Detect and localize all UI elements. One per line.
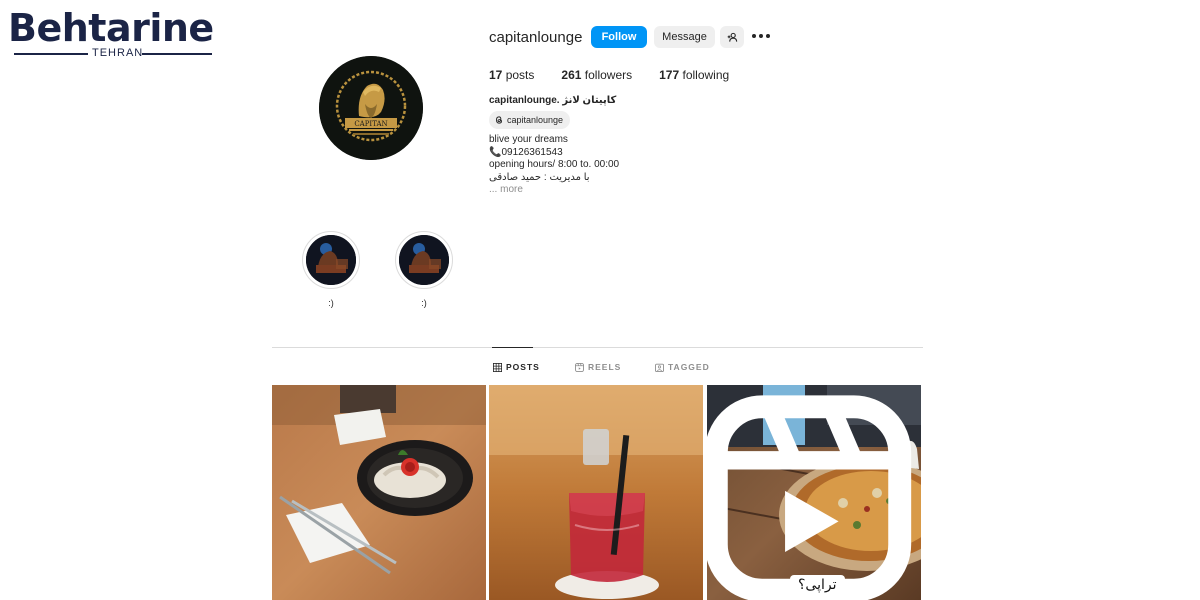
- profile-username: capitanlounge: [489, 29, 583, 46]
- profile-display-name: capitanlounge. کاپیتان لانژ: [489, 95, 617, 106]
- tagged-icon: [655, 363, 664, 372]
- following-link[interactable]: 177 following: [659, 68, 729, 82]
- add-user-icon: [727, 32, 737, 42]
- watermark-rule-right: [142, 53, 212, 55]
- tab-posts[interactable]: POSTS: [493, 362, 540, 372]
- highlight-cover-image: [399, 235, 449, 285]
- tab-reels-label: REELS: [588, 362, 622, 372]
- message-button[interactable]: Message: [654, 26, 715, 48]
- tab-tagged[interactable]: TAGGED: [655, 362, 710, 372]
- avatar-lettering: CAPITAN: [354, 120, 387, 128]
- bio-manager: با مدیریت : حمید صادقی: [489, 171, 590, 183]
- reel-badge-icon: [707, 395, 912, 600]
- highlight-ring: [395, 231, 453, 289]
- follow-button[interactable]: Follow: [591, 26, 647, 48]
- post-thumbnail[interactable]: [489, 385, 703, 600]
- post-image-drink: [489, 385, 703, 600]
- more-dot-icon: [766, 34, 770, 38]
- posts-count: 17 posts: [489, 68, 535, 82]
- tab-posts-label: POSTS: [506, 362, 540, 372]
- bio-more-link[interactable]: ... more: [489, 184, 619, 197]
- story-highlight[interactable]: :): [302, 231, 360, 308]
- avatar-logo-image: CAPITAN: [319, 56, 423, 160]
- threads-link[interactable]: capitanlounge: [489, 111, 571, 129]
- bio-hours: opening hours/ 8:00 to. 00:00: [489, 159, 620, 170]
- highlight-cover: [306, 235, 356, 285]
- grid-icon: [493, 362, 502, 372]
- highlight-cover: [399, 235, 449, 285]
- post-image-pasta: [272, 385, 486, 600]
- reels-icon: [575, 362, 584, 372]
- profile-bio: blive your dreams 📞09126361543 opening h…: [489, 134, 619, 197]
- suggested-users-button[interactable]: [720, 26, 744, 48]
- threads-handle: capitanlounge: [507, 115, 564, 125]
- profile-avatar[interactable]: CAPITAN: [319, 56, 423, 160]
- profile-stats: 17 posts 261 followers 177 following: [489, 68, 756, 82]
- post-thumbnail[interactable]: تراپی؟: [707, 385, 921, 600]
- tab-tagged-label: TAGGED: [668, 362, 710, 372]
- behtarine-watermark-logo: Behtarine TEHRAN: [8, 6, 214, 62]
- more-dot-icon: [759, 34, 763, 38]
- followers-link[interactable]: 261 followers: [561, 68, 632, 82]
- tab-reels[interactable]: REELS: [575, 362, 621, 372]
- highlight-ring: [302, 231, 360, 289]
- highlight-label: :): [421, 298, 427, 308]
- active-tab-indicator: [492, 347, 533, 348]
- highlight-cover-image: [306, 235, 356, 285]
- highlight-label: :): [328, 298, 334, 308]
- watermark-wordmark: Behtarine: [8, 6, 214, 50]
- watermark-rule-left: [14, 53, 88, 55]
- post-caption-overlay: تراپی؟: [790, 575, 845, 595]
- watermark-city: TEHRAN: [92, 47, 144, 59]
- story-highlight[interactable]: :): [395, 231, 453, 308]
- tabs-divider: [272, 347, 923, 348]
- post-thumbnail[interactable]: [272, 385, 486, 600]
- more-dot-icon: [752, 34, 756, 38]
- options-button[interactable]: [752, 29, 770, 43]
- bio-phone: 📞09126361543: [489, 146, 563, 158]
- bio-tagline: blive your dreams: [489, 134, 568, 145]
- threads-icon: [496, 116, 502, 124]
